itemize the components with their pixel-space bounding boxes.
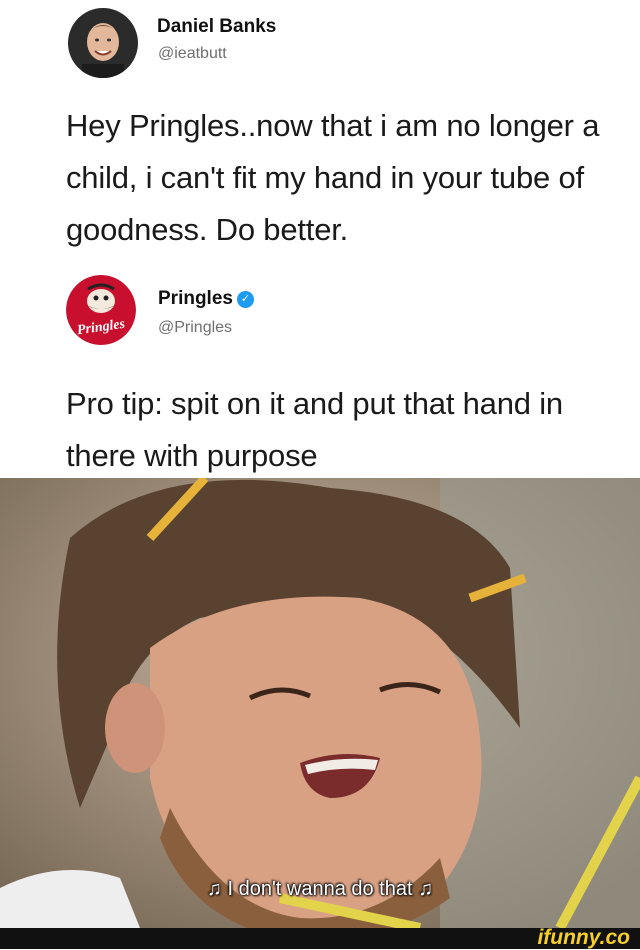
meme-image: ♫ I don't wanna do that ♫ bbox=[0, 478, 640, 928]
daniel-avatar[interactable] bbox=[68, 8, 138, 78]
ifunny-watermark[interactable]: ifunny.co bbox=[537, 926, 630, 950]
pringles-logo[interactable]: Pringles bbox=[66, 275, 136, 345]
watermark-bar: ifunny.co bbox=[0, 926, 640, 950]
tweet-pringles: Pringles Pringles ✓ @Pringles Pro tip: sp… bbox=[0, 262, 640, 478]
meme-illustration bbox=[0, 478, 640, 928]
meme-subtitle: ♫ I don't wanna do that ♫ bbox=[206, 878, 434, 900]
display-name-text: Pringles bbox=[158, 288, 233, 309]
user-handle[interactable]: @ieatbutt bbox=[158, 45, 227, 63]
user-handle[interactable]: @Pringles bbox=[158, 319, 232, 337]
verified-badge-icon: ✓ bbox=[236, 291, 254, 308]
tweet-text: Pro tip: spit on it and put that hand in… bbox=[66, 386, 563, 473]
display-name[interactable]: Pringles ✓ bbox=[158, 288, 254, 310]
tweet-text: Hey Pringles..now that i am no longer a … bbox=[66, 108, 600, 247]
display-name[interactable]: Daniel Banks bbox=[157, 16, 276, 38]
tweet-daniel-banks: Daniel Banks @ieatbutt Hey Pringles..now… bbox=[0, 0, 640, 260]
